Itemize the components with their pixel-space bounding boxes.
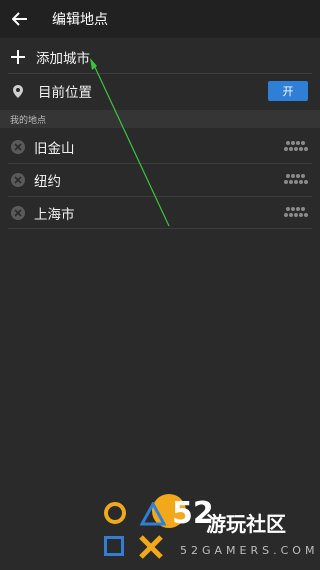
back-button[interactable] [10,9,30,29]
list-item[interactable]: 旧金山 [0,131,320,163]
list-item[interactable]: 纽约 [0,164,320,196]
place-name: 纽约 [34,174,61,190]
add-city-label: 添加城市 [36,51,90,67]
watermark-square-icon [104,536,124,556]
current-location-label: 目前位置 [38,85,92,101]
add-city-row[interactable]: 添加城市 [0,40,320,74]
app-bar: 编辑地点 [0,0,320,38]
watermark-triangle-icon [140,502,166,526]
section-title: 我的地点 [10,115,47,126]
watermark-circle-icon [104,502,126,524]
place-name: 旧金山 [34,141,75,157]
remove-place-button[interactable] [11,173,25,187]
plus-icon [11,50,25,64]
drag-handle-icon[interactable] [284,141,308,153]
location-pin-icon [13,84,23,98]
drag-handle-icon[interactable] [284,207,308,219]
watermark-cross-icon [139,535,163,559]
section-header: 我的地点 [0,110,320,128]
watermark: 52 游玩社区 52GAMERS.COM [100,494,320,570]
remove-place-button[interactable] [11,140,25,154]
current-location-toggle[interactable]: 开 [268,81,308,101]
close-icon [14,176,22,184]
watermark-domain: 52GAMERS.COM [180,544,319,557]
current-location-row: 目前位置 开 [0,74,320,108]
page-title: 编辑地点 [52,12,108,28]
toggle-label: 开 [282,85,294,98]
drag-handle-icon[interactable] [284,174,308,186]
remove-place-button[interactable] [11,206,25,220]
watermark-title: 游玩社区 [206,512,286,536]
divider [8,228,312,229]
list-item[interactable]: 上海市 [0,197,320,229]
close-icon [14,209,22,217]
close-icon [14,143,22,151]
place-name: 上海市 [34,207,75,223]
arrow-left-icon [12,12,27,26]
